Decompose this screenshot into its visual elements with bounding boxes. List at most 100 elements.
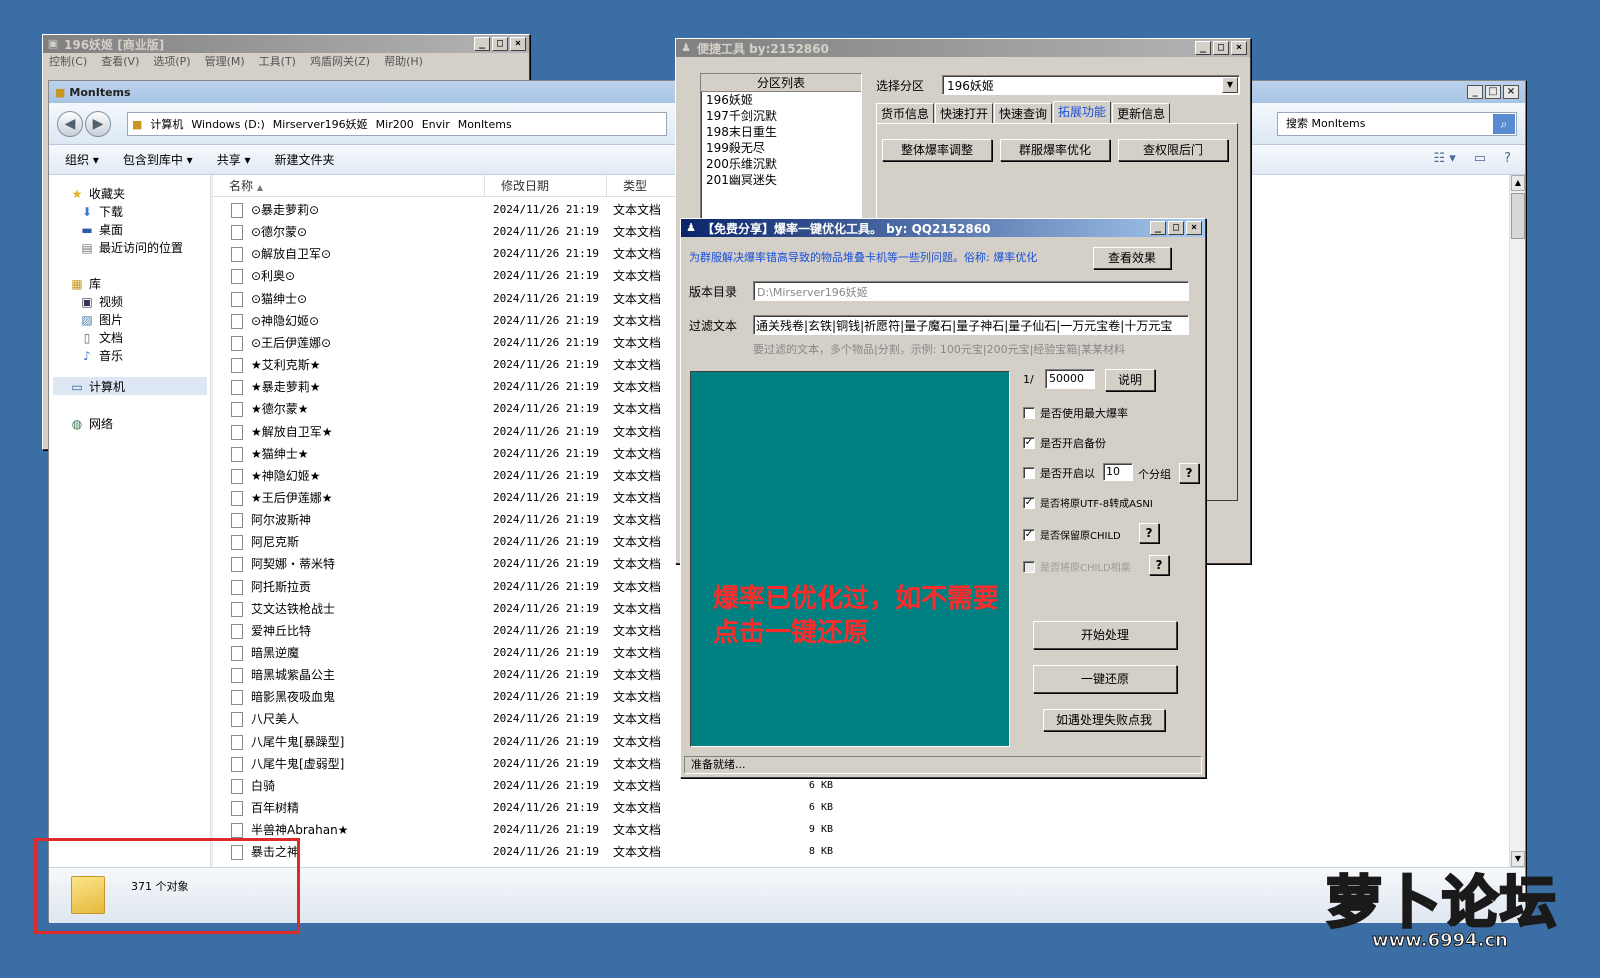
failure-help-button[interactable]: 如遇处理失败点我 — [1043, 709, 1165, 731]
table-row[interactable]: 半兽神Abrahan★ 2024/11/26 21:19 文本文档 9 KB — [213, 819, 853, 841]
keep-child-checkbox[interactable]: ✓ 是否保留原CHILD — [1023, 527, 1121, 542]
back-icon[interactable]: ◀ — [57, 111, 83, 137]
close-icon[interactable]: × — [1186, 221, 1202, 235]
menu-help[interactable]: 帮助(H) — [384, 53, 423, 71]
breadcrumb-envir[interactable]: Envir — [422, 118, 450, 131]
partition-item[interactable]: 200乐维沉默 — [701, 156, 861, 172]
view-effect-button[interactable]: 查看效果 — [1093, 247, 1171, 269]
breadcrumb-mir200[interactable]: Mir200 — [376, 118, 414, 131]
breadcrumb-mirserver[interactable]: Mirserver196妖姬 — [273, 116, 368, 132]
scroll-thumb[interactable] — [1511, 193, 1525, 239]
nav-documents[interactable]: ▯ 文档 — [79, 329, 123, 346]
quick-tools-titlebar[interactable]: ♟ 便捷工具 by:2152860 _ □ × — [676, 39, 1250, 57]
nav-computer[interactable]: ▭ 计算机 — [69, 378, 125, 395]
close-icon[interactable]: × — [1503, 85, 1519, 99]
preview-pane-icon[interactable]: ▭ — [1474, 151, 1486, 166]
enable-backup-checkbox[interactable]: ✓ 是否开启备份 — [1023, 435, 1106, 451]
menu-control[interactable]: 控制(C) — [49, 53, 87, 71]
nav-library[interactable]: ▦ 库 — [69, 275, 101, 292]
include-library-button[interactable]: 包含到库中 ▾ — [123, 151, 193, 168]
search-input[interactable]: 搜索 MonItems ⌕ — [1277, 112, 1517, 136]
maximize-icon[interactable]: □ — [1213, 41, 1229, 55]
nav-recent[interactable]: ▤ 最近访问的位置 — [79, 239, 183, 256]
search-icon[interactable]: ⌕ — [1493, 114, 1515, 134]
check-backdoor-button[interactable]: 查权限后门 — [1118, 139, 1228, 161]
column-date-header[interactable]: 修改日期 — [485, 175, 607, 197]
forward-icon[interactable]: ▶ — [85, 111, 111, 137]
partition-select[interactable]: 196妖姬 ▼ — [942, 75, 1240, 95]
tab-quick-query[interactable]: 快速查询 — [994, 103, 1053, 123]
check-icon[interactable]: ✓ — [1023, 437, 1035, 449]
minimize-icon[interactable]: _ — [1150, 221, 1166, 235]
enable-grouping-checkbox[interactable]: 是否开启以 — [1023, 465, 1095, 481]
menu-manage[interactable]: 管理(M) — [205, 53, 245, 71]
partition-item[interactable]: 196妖姬 — [701, 92, 861, 108]
tab-currency[interactable]: 货币信息 — [876, 103, 935, 123]
start-process-button[interactable]: 开始处理 — [1033, 621, 1177, 649]
tab-quick-open[interactable]: 快速打开 — [935, 103, 994, 123]
tab-extensions[interactable]: 拓展功能 — [1053, 101, 1112, 123]
table-row[interactable]: 百年树精 2024/11/26 21:19 文本文档 6 KB — [213, 797, 853, 819]
nav-videos[interactable]: ▣ 视频 — [79, 293, 123, 310]
close-icon[interactable]: × — [1231, 41, 1247, 55]
restore-button[interactable]: 一键还原 — [1033, 665, 1177, 693]
checkbox-box[interactable] — [1023, 407, 1035, 419]
close-icon[interactable]: × — [510, 37, 526, 51]
utf8-to-ansi-checkbox[interactable]: ✓ 是否将原UTF-8转成ASNI — [1023, 495, 1153, 510]
nav-downloads[interactable]: ⬇ 下载 — [79, 203, 123, 220]
nav-pictures[interactable]: ▨ 图片 — [79, 311, 123, 328]
partition-item[interactable]: 199殺无尽 — [701, 140, 861, 156]
partition-item[interactable]: 198末日重生 — [701, 124, 861, 140]
nav-desktop[interactable]: ▬ 桌面 — [79, 221, 123, 238]
minimize-icon[interactable]: _ — [474, 37, 490, 51]
share-button[interactable]: 共享 ▾ — [217, 151, 251, 168]
optimizer-titlebar[interactable]: ♟ 【免费分享】爆率一键优化工具。 by: QQ2152860 _ □ × — [681, 219, 1205, 237]
menu-options[interactable]: 选项(P) — [153, 53, 190, 71]
minimize-icon[interactable]: _ — [1195, 41, 1211, 55]
filter-text-input[interactable]: 通关残卷|玄铁|铜钱|祈愿符|量子魔石|量子神石|量子仙石|一万元宝卷|十万元宝 — [753, 315, 1189, 335]
view-options-icon[interactable]: ☷ ▾ — [1433, 151, 1455, 166]
column-name-header[interactable]: 名称 ▲ — [213, 175, 485, 197]
explain-button[interactable]: 说明 — [1105, 369, 1155, 391]
group-drop-optimize-button[interactable]: 群服爆率优化 — [1000, 139, 1110, 161]
keep-child-help-button[interactable]: ? — [1139, 523, 1159, 543]
vertical-scrollbar[interactable]: ▲ ▼ — [1509, 175, 1525, 867]
breadcrumb-drive[interactable]: Windows (D:) — [191, 118, 264, 131]
checkbox-box[interactable] — [1023, 467, 1035, 479]
check-icon[interactable]: ✓ — [1023, 496, 1035, 509]
game-window-titlebar[interactable]: ▣ 196妖姬 [商业版] _ □ × — [43, 35, 529, 53]
scroll-up-icon[interactable]: ▲ — [1511, 175, 1525, 191]
chevron-down-icon[interactable]: ▼ — [1222, 77, 1238, 93]
overall-drop-rate-button[interactable]: 整体爆率调整 — [882, 139, 992, 161]
maximize-icon[interactable]: □ — [492, 37, 508, 51]
version-dir-input[interactable]: D:\Mirserver196妖姬 — [753, 281, 1189, 301]
group-size-input[interactable]: 10 — [1103, 463, 1133, 481]
check-icon[interactable]: ✓ — [1023, 528, 1035, 541]
breadcrumb-monitems[interactable]: MonItems — [458, 118, 512, 131]
new-folder-button[interactable]: 新建文件夹 — [275, 151, 335, 168]
table-row[interactable]: 暴击之神 2024/11/26 21:19 文本文档 8 KB — [213, 841, 853, 863]
ratio-input[interactable]: 50000 — [1045, 369, 1095, 389]
menu-gateway[interactable]: 鸡盾网关(Z) — [310, 53, 370, 71]
nav-favorites[interactable]: ★ 收藏夹 — [69, 185, 125, 202]
menu-tools[interactable]: 工具(T) — [259, 53, 296, 71]
nav-label: 网络 — [89, 417, 114, 431]
maximize-icon[interactable]: □ — [1168, 221, 1184, 235]
minimize-icon[interactable]: _ — [1467, 85, 1483, 99]
max-drop-rate-checkbox[interactable]: 是否使用最大爆率 — [1023, 405, 1128, 421]
maximize-icon[interactable]: □ — [1485, 85, 1501, 99]
nav-network[interactable]: ◍ 网络 — [69, 415, 113, 432]
partition-item[interactable]: 201幽冥迷失 — [701, 172, 861, 188]
partition-list-header: 分区列表 — [701, 74, 861, 92]
table-row[interactable]: 白骑 2024/11/26 21:19 文本文档 6 KB — [213, 775, 853, 797]
breadcrumb-computer[interactable]: 计算机 — [150, 116, 183, 132]
help-icon[interactable]: ? — [1504, 151, 1511, 166]
tab-updates[interactable]: 更新信息 — [1112, 103, 1171, 123]
partition-item[interactable]: 197千剑沉默 — [701, 108, 861, 124]
group-help-button[interactable]: ? — [1179, 463, 1199, 483]
organize-button[interactable]: 组织 ▾ — [65, 151, 99, 168]
breadcrumb[interactable]: ■ 计算机 Windows (D:) Mirserver196妖姬 Mir200… — [127, 112, 667, 136]
menu-view[interactable]: 查看(V) — [101, 53, 139, 71]
nav-music[interactable]: ♪ 音乐 — [79, 347, 123, 364]
multiply-child-help-button[interactable]: ? — [1149, 555, 1169, 575]
